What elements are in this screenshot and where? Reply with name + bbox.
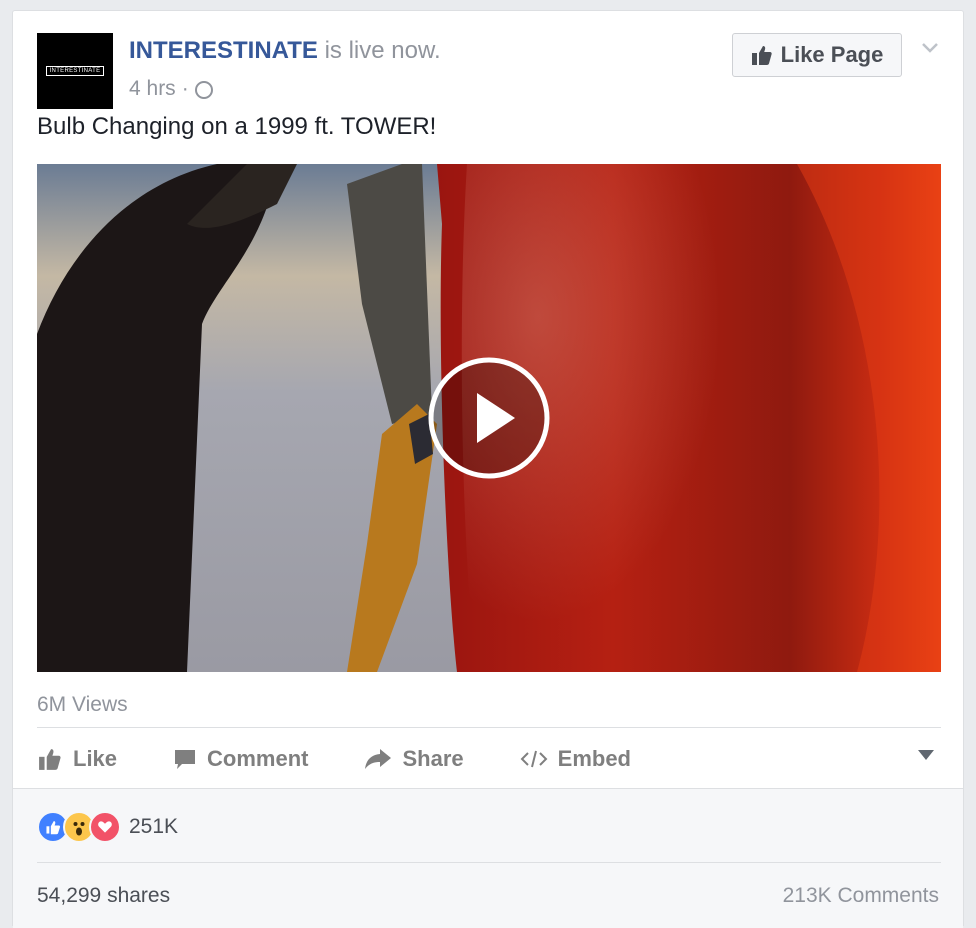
- share-arrow-icon: [365, 749, 392, 769]
- post-time[interactable]: 4 hrs: [129, 77, 176, 101]
- page-name-link[interactable]: INTERESTINATE: [129, 37, 318, 64]
- reactions-summary[interactable]: 251K: [37, 811, 178, 843]
- play-button-icon[interactable]: [427, 356, 551, 480]
- thumbs-up-icon: [751, 46, 772, 65]
- share-action-label: Share: [402, 746, 464, 771]
- action-bar: Like Comment Share Embed: [37, 741, 941, 777]
- post-meta: 4 hrs ·: [129, 77, 213, 101]
- post-header: INTERESTINATE is live now.: [129, 37, 441, 65]
- caret-down-icon[interactable]: [917, 749, 935, 761]
- code-icon: [520, 750, 548, 768]
- comment-icon: [175, 750, 196, 769]
- video-player[interactable]: [37, 164, 941, 672]
- reactions-count[interactable]: 251K: [129, 815, 178, 839]
- video-views: 6M Views: [37, 693, 128, 716]
- embed-action-button[interactable]: Embed: [520, 746, 631, 772]
- divider: [37, 727, 941, 728]
- love-reaction-icon: [89, 811, 121, 843]
- like-page-label: Like Page: [780, 42, 884, 67]
- embed-action-label: Embed: [557, 746, 631, 771]
- like-action-button[interactable]: Like: [37, 746, 117, 772]
- comment-action-button[interactable]: Comment: [173, 746, 308, 772]
- thumbs-up-icon: [39, 749, 61, 770]
- share-action-button[interactable]: Share: [364, 746, 464, 772]
- shares-count[interactable]: 54,299 shares: [37, 884, 170, 908]
- divider: [37, 862, 941, 863]
- post-card: INTERESTINATE INTERESTINATE is live now.…: [12, 10, 964, 928]
- avatar-logo-text: INTERESTINATE: [45, 66, 105, 76]
- live-status: is live now.: [317, 37, 441, 64]
- comment-action-label: Comment: [207, 746, 309, 771]
- globe-icon[interactable]: [194, 81, 213, 99]
- chevron-down-icon[interactable]: [919, 37, 941, 59]
- like-action-label: Like: [73, 746, 118, 771]
- post-text: Bulb Changing on a 1999 ft. TOWER!: [37, 113, 437, 140]
- comments-count[interactable]: 213K Comments: [783, 884, 939, 908]
- like-page-button[interactable]: Like Page: [732, 33, 902, 77]
- meta-separator: ·: [181, 77, 189, 100]
- page-avatar[interactable]: INTERESTINATE: [37, 33, 113, 109]
